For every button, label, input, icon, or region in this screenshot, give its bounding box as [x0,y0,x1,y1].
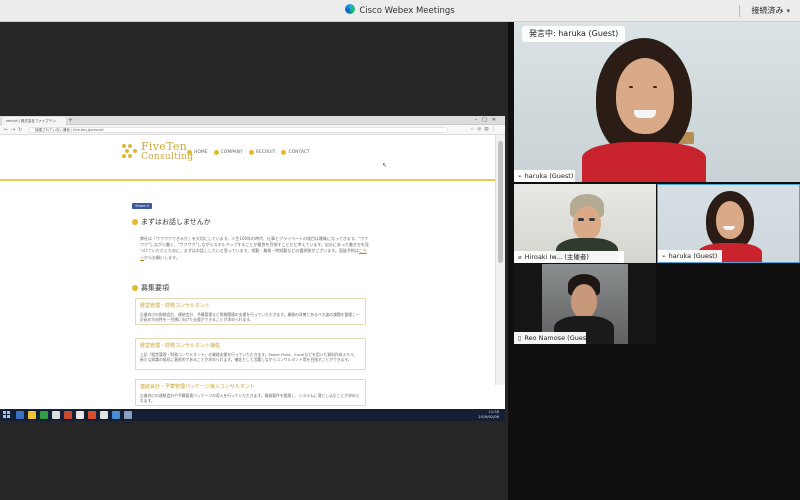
browser-tab[interactable]: recruit | 株式会社ファイブテン [2,117,66,125]
reload-icon[interactable]: ↻ [18,125,22,135]
app-icon[interactable] [124,411,132,419]
address-bar[interactable]: 保護されていない通信 | five-ten.jp/recruit [28,127,448,133]
job-title[interactable]: 連結会計・予算管理パッケージ導入コンサルタント [140,383,361,390]
participant-name: haruka (Guest) [668,252,718,260]
webex-logo-icon [345,4,356,14]
logo-line1: FiveTen [141,140,188,153]
microphone-icon[interactable]: ⌁ [662,251,666,262]
logo-line2: Consulting [141,152,194,162]
window-title: Cisco Webex Meetings [0,0,800,22]
section1-title: まずはお話しませんか [141,218,211,226]
browser-tab-strip: recruit | 株式会社ファイブテン + –□✕ [0,116,505,125]
job-card: 経営管理・財務コンサルタント補佐 上記「経営管理・財務コンサルタント」の業務支援… [135,338,366,370]
mouse-cursor-icon: ↖ [382,162,388,169]
search-icon[interactable] [16,411,24,419]
windows-taskbar: 11:30 2019/02/06 [0,409,505,421]
job-title[interactable]: 経営管理・財務コンサルタント [140,302,361,309]
site-header: FiveTen Consulting HOME COMPANY RECRUIT … [0,135,495,181]
nav-recruit[interactable]: RECRUIT [248,150,275,155]
participant-name: Reo Namose (Guest) [524,334,592,342]
speaking-indicator: 発言中: haruka (Guest) [522,26,626,42]
participants-video-panel: 発言中: haruka (Guest) ⌁ haruka (Guest) ⌀ Hir… [508,22,800,500]
logo-text: FiveTen Consulting [141,140,194,162]
chevron-down-icon: ▾ [786,7,790,15]
nav-contact[interactable]: CONTACT [281,150,310,155]
connection-status-label: 接続済み [751,6,784,15]
participant-name-tag: ⌁ haruka (Guest) [514,170,575,182]
title-bar: Cisco Webex Meetings 接続済み ▾ [0,0,800,22]
app-icon[interactable] [100,411,108,419]
bullet-dot-icon [132,219,138,225]
job-title[interactable]: 経営管理・財務コンサルタント補佐 [140,342,361,349]
site-nav: HOME COMPANY RECRUIT CONTACT [187,150,310,155]
scroll-thumb[interactable] [498,141,503,263]
job-card: 連結会計・予算管理パッケージ導入コンサルタント 企業向けの連結会計や予算管理パッ… [135,379,366,406]
job-description: 企業向けの連結会計や予算管理パッケージの導入を行っていただきます。業務要件を整理… [140,393,360,404]
browser-toolbar: ← → ↻ 保護されていない通信 | five-ten.jp/recruit ☆… [0,125,505,135]
section1-text: 弊社は「ワクワクできるか」を大切にしています。人生100年の時代、仕事とプライベ… [140,236,369,254]
section1-paragraph: 弊社は「ワクワクできるか」を大切にしています。人生100年の時代、仕事とプライベ… [140,236,370,261]
section-heading-consult: まずはお話しませんか [132,217,211,227]
active-speaker-video[interactable]: 発言中: haruka (Guest) ⌁ haruka (Guest) [514,22,800,182]
powerpoint-icon[interactable] [64,411,72,419]
taskbar-clock: 11:30 2019/02/06 [478,410,499,420]
app-icon[interactable] [76,411,84,419]
windows-start-icon[interactable] [3,411,10,418]
shared-screen: recruit | 株式会社ファイブテン + –□✕ ← → ↻ 保護されていな… [0,22,508,500]
logo-dots-icon [122,144,138,160]
chrome-icon[interactable] [52,411,60,419]
job-card: 経営管理・財務コンサルタント 企業向けの財務会計、連結会計、予算管理など財務関連… [135,298,366,325]
section-heading-jobs: 募集要項 [132,283,169,293]
connection-status-button[interactable]: 接続済み ▾ [751,0,790,22]
webex-window: Cisco Webex Meetings 接続済み ▾ recruit | 株式会… [0,0,800,500]
window-controls[interactable]: –□✕ [475,116,501,125]
fiveten-logo[interactable]: FiveTen Consulting [122,140,194,162]
divider [739,5,740,17]
participant-role: (主催者) [564,253,589,261]
job-description: 企業向けの財務会計、連結会計、予算管理など財務関連の支援を行っていただきます。業… [140,312,360,323]
page-scrollbar[interactable] [495,135,505,385]
phone-icon[interactable]: ▯ [518,333,521,344]
taskbar-app-icons [16,411,132,419]
shared-browser-window: recruit | 株式会社ファイブテン + –□✕ ← → ↻ 保護されていな… [0,116,505,420]
forward-icon[interactable]: → [11,125,15,135]
participant-name: Hiroaki Iw... [524,253,563,261]
bullet-dot-icon [132,285,138,291]
folder-icon[interactable] [28,411,36,419]
participant-video-tile[interactable]: ⌁ haruka (Guest) [657,184,800,263]
participant-name-tag: ⌀ Hiroaki Iw... (主催者) [514,251,624,263]
webex-icon[interactable] [112,411,120,419]
microphone-icon[interactable]: ⌁ [518,171,522,182]
participant-video-tile[interactable]: ⌀ Hiroaki Iw... (主催者) [514,184,656,263]
app-icon[interactable] [88,411,96,419]
section2-title: 募集要項 [141,284,169,292]
new-tab-icon[interactable]: + [68,116,73,125]
participant-name-tag: ⌁ haruka (Guest) [658,250,722,262]
participant-name: haruka (Guest) [524,172,574,180]
browser-tools-icons[interactable]: ☆◎▤⋮ [470,125,499,135]
facebook-share-button[interactable]: Share 0 [132,203,152,209]
job-description: 上記「経営管理・財務コンサルタント」の業務支援を行っていただきます。Power … [140,352,358,363]
section1-tail: からお願いします。 [144,254,180,260]
microphone-muted-icon[interactable]: ⌀ [518,252,522,263]
excel-icon[interactable] [40,411,48,419]
nav-home[interactable]: HOME [187,150,208,155]
back-icon[interactable]: ← [4,125,8,135]
participant-name-tag: ▯ Reo Namose (Guest) [514,332,591,344]
nav-company[interactable]: COMPANY [213,150,243,155]
participant-video-tile[interactable]: ▯ Reo Namose (Guest) [514,264,656,344]
clock-date: 2019/02/06 [478,415,499,419]
window-title-text: Cisco Webex Meetings [359,6,455,16]
